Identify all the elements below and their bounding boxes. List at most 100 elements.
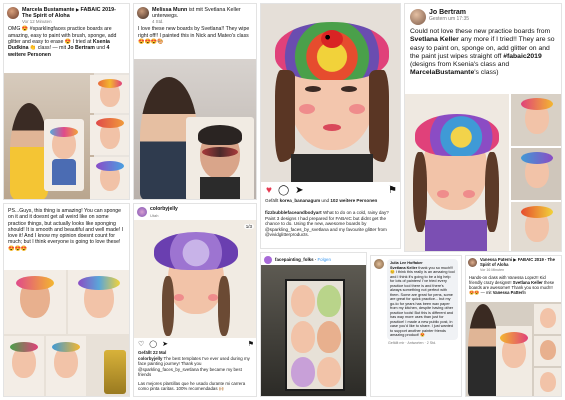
display-board <box>285 279 345 391</box>
mention-marcela[interactable]: MarcelaBustamante <box>410 69 474 76</box>
author-name[interactable]: colorbyjelly <box>150 206 178 213</box>
post-colorbyjelly: colorbyjelly Utah 1/3 ♡ ◯ ➤ ⚑ Gefällt 22… <box>133 203 257 397</box>
post-text: Could not love these new practice boards… <box>410 28 555 77</box>
board-bottom-mid <box>46 336 86 396</box>
caption: fizzbubblefaceandbodyart What to do on a… <box>265 210 389 238</box>
post-header: colorbyjelly Utah <box>134 204 256 219</box>
avatar[interactable] <box>374 259 384 269</box>
post-photo[interactable] <box>466 302 561 396</box>
post-header: facepainting_folks · Folgen <box>261 253 366 265</box>
mention-jo[interactable]: Jo Bertram <box>68 45 95 51</box>
cheek-left <box>299 104 315 114</box>
hair-left <box>275 70 295 162</box>
post-header: Jo Bertram Gestern um 17:35 <box>405 4 561 27</box>
board-bottom-left <box>4 336 44 396</box>
timestamp: Vor 12 Minuten <box>22 19 52 25</box>
board-thumb-3 <box>90 157 129 199</box>
post-text: I love these new boards by Svetlana!! Th… <box>138 26 250 45</box>
board-thumb-2 <box>90 115 129 155</box>
board-thumb-1 <box>90 75 129 113</box>
comment-header: Julia Lee Hoffaker Svetlana Keller thank… <box>371 256 461 340</box>
board-thumb-1 <box>534 304 561 334</box>
hashtag-fabaic[interactable]: #fabaic2019 <box>503 53 542 60</box>
caption-author[interactable]: fizzbubblefaceandbodyart <box>265 210 322 215</box>
timestamp: Gestern um 17:35 <box>429 16 470 22</box>
timestamp: 4 Std. <box>152 19 164 25</box>
board-right <box>68 270 129 334</box>
mention-vanessa[interactable]: Vanessa Patterl <box>493 290 524 295</box>
post-photo-thumb-3[interactable] <box>511 202 561 251</box>
eye-right <box>341 86 357 92</box>
avatar[interactable] <box>137 7 149 19</box>
post-jo: Jo Bertram Gestern um 17:35 Could not lo… <box>404 3 562 252</box>
post-text: Hands-on class with Vanessa Lopez!! Kid … <box>469 274 555 295</box>
post-text: PS...Guys, this thing is amazing! You ca… <box>8 208 124 252</box>
comment-actions[interactable]: Gefällt mir · Antworten · 2 Std. <box>371 340 461 346</box>
board-thumb-2 <box>534 336 561 366</box>
timestamp: Vor 16 Minuten <box>480 267 505 272</box>
woman-figure <box>468 304 498 396</box>
share-icon[interactable]: ➤ <box>295 186 303 196</box>
post-text: OMG 😍 #sparklingfaces practice boards ar… <box>8 26 117 58</box>
board-left <box>4 270 66 334</box>
comment-icon[interactable]: ◯ <box>278 186 289 196</box>
comment-text: thank you so much!!! 😊 I think this real… <box>390 265 455 338</box>
post-facepainting-folks: facepainting_folks · Folgen <box>260 252 367 397</box>
hair-right <box>369 70 389 162</box>
board-center <box>496 326 532 396</box>
heart-icon[interactable]: ♥ <box>266 186 272 196</box>
post-photo[interactable] <box>261 265 366 396</box>
practice-board <box>44 119 84 191</box>
author-name[interactable]: Marcela Bustamante <box>22 7 74 13</box>
likes-count: Gefällt 22 Mal <box>138 350 167 355</box>
avatar[interactable] <box>410 9 426 25</box>
glitter-jar <box>104 350 126 394</box>
post-vanessa: Vanessa Paterni ▶ FABAIC 2019 - The Spir… <box>465 255 562 397</box>
action-bar: ♥ ◯ ➤ ⚑ <box>261 184 400 198</box>
bookmark-icon[interactable]: ⚑ <box>248 340 254 350</box>
post-header: Melissa Munn ist mit Svetlana Keller unt… <box>134 4 256 25</box>
post-photo[interactable] <box>4 73 129 199</box>
avatar[interactable] <box>7 7 19 19</box>
author-name[interactable]: Melissa Munn <box>152 7 187 13</box>
liked-by: Gefällt korea_bananagum und 102 weitere … <box>265 198 378 203</box>
comment-icon[interactable]: ◯ <box>149 340 157 350</box>
post-photo[interactable] <box>134 59 256 199</box>
post-marcela: Marcela Bustamante ▶ FABAIC 2019- The Sp… <box>3 3 130 200</box>
follow-link[interactable]: Folgen <box>317 257 330 262</box>
mention-svetlana[interactable]: Svetlana Keller <box>390 266 417 270</box>
post-photo[interactable] <box>4 270 129 396</box>
post-photo[interactable] <box>261 4 400 182</box>
eye-left <box>305 86 321 92</box>
post-marcela-continued: PS...Guys, this thing is amazing! You ca… <box>3 203 130 397</box>
post-photo-main[interactable] <box>405 94 509 251</box>
mention-svetlana[interactable]: Svetlana Keller <box>410 36 459 43</box>
practice-board <box>186 117 254 199</box>
cheek-right <box>349 104 365 114</box>
woman-figure <box>10 103 48 199</box>
heart-icon[interactable]: ♡ <box>138 340 144 350</box>
post-julia-comment: Julia Lee Hoffaker Svetlana Keller thank… <box>370 255 462 397</box>
shirt <box>291 154 373 182</box>
location: Utah <box>150 212 159 218</box>
bookmark-icon[interactable]: ⚑ <box>388 186 397 196</box>
post-photo-thumb-2[interactable] <box>511 148 561 200</box>
post-header: Marcela Bustamante ▶ FABAIC 2019- The Sp… <box>4 4 129 25</box>
share-icon[interactable]: ➤ <box>162 340 168 350</box>
caption-spanish: Las mejores plantillas que he usado dura… <box>138 381 246 392</box>
author-name[interactable]: facepainting_folks <box>275 257 314 262</box>
ladybug-icon <box>321 30 343 48</box>
avatar[interactable] <box>468 258 477 267</box>
post-photo-thumb-1[interactable] <box>511 94 561 146</box>
image-counter: 1/3 <box>243 224 254 229</box>
avatar[interactable] <box>264 256 272 264</box>
avatar[interactable] <box>137 207 147 217</box>
post-photo[interactable]: 1/3 <box>134 220 256 338</box>
post-header: Vanessa Paterni ▶ FABAIC 2019 - The Spir… <box>466 256 561 275</box>
post-melissa: Melissa Munn ist mit Svetlana Keller unt… <box>133 3 257 200</box>
post-fizzbubble: ♥ ◯ ➤ ⚑ Gefällt korea_bananagum und 102 … <box>260 3 401 249</box>
lips <box>323 124 341 131</box>
caption: colorbyjelly The best templates I've eve… <box>138 356 250 377</box>
board-thumb-3 <box>534 368 561 396</box>
arrow-icon: ▶ <box>75 7 80 12</box>
